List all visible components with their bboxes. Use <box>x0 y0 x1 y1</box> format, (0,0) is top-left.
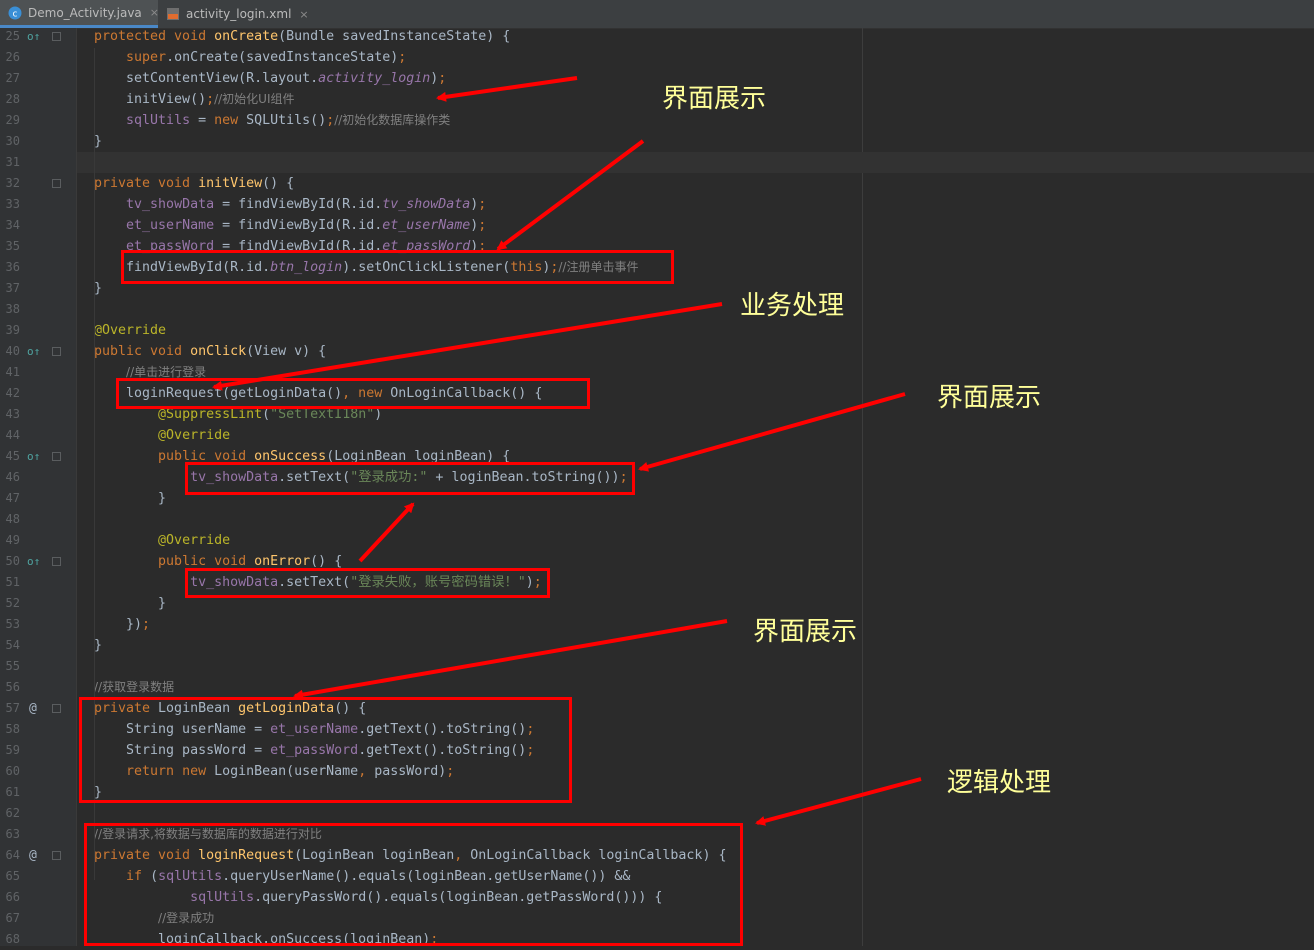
annotation-arrows <box>212 76 922 826</box>
arrow-to-get-login-data <box>293 619 728 700</box>
arrow-to-success-text <box>638 392 906 472</box>
annotation-ui-display-1: 界面展示 <box>662 84 767 114</box>
arrow-to-register-click <box>496 139 645 251</box>
annotation-ui-display-2: 界面展示 <box>937 383 1042 413</box>
arrow-to-init-view <box>436 76 578 102</box>
annotation-business-logic: 业务处理 <box>740 291 845 321</box>
arrow-to-error-text <box>358 502 415 563</box>
arrow-to-login-request-method <box>755 777 922 826</box>
annotation-logic-processing: 逻辑处理 <box>947 768 1052 798</box>
annotation-ui-display-3: 界面展示 <box>753 617 858 647</box>
arrow-to-login-request-call <box>212 302 723 391</box>
